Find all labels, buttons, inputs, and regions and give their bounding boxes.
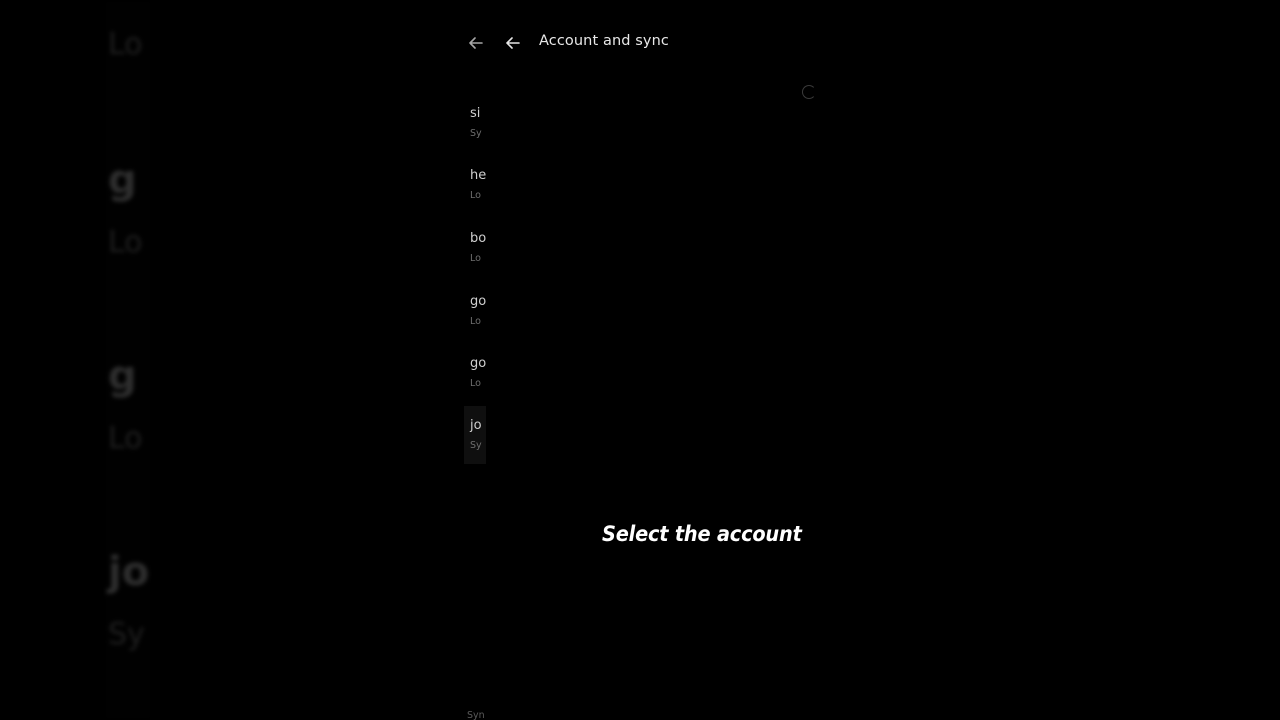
- background-blur-preview: Lo g Lo g Lo jo Sy: [104, 0, 152, 720]
- app-bar: Account and sync: [456, 22, 824, 64]
- phone-screen: Account and sync si Sy he Lo bo Lo go Lo…: [456, 0, 824, 720]
- account-status: Lo: [470, 316, 481, 327]
- account-name: si: [470, 106, 481, 121]
- back-arrow-icon[interactable]: [503, 33, 523, 53]
- bg-preview-sub: Lo: [108, 225, 143, 260]
- bg-preview-title: jo: [108, 549, 150, 595]
- bg-preview-sub: Sy: [108, 617, 145, 652]
- bg-preview-title: g: [108, 157, 137, 203]
- account-list: si Sy he Lo bo Lo go Lo go Lo jo Sy: [464, 100, 486, 720]
- account-item-selected[interactable]: jo Sy: [464, 406, 486, 464]
- page-title: Account and sync: [539, 33, 669, 49]
- bg-preview-sub: Lo: [108, 421, 143, 456]
- account-item[interactable]: si Sy: [464, 100, 486, 156]
- account-item[interactable]: go Lo: [464, 288, 486, 344]
- account-item[interactable]: go Lo: [464, 350, 486, 406]
- bg-preview-sub: Lo: [108, 27, 143, 62]
- account-item[interactable]: bo Lo: [464, 225, 486, 281]
- account-status: Sy: [470, 128, 482, 139]
- account-status: Lo: [470, 190, 481, 201]
- account-item[interactable]: he Lo: [464, 162, 486, 218]
- account-name: he: [470, 168, 486, 183]
- account-status: Sy: [470, 440, 482, 451]
- account-status: Lo: [470, 253, 481, 264]
- account-name: jo: [470, 418, 482, 433]
- footer-status: Syn: [467, 710, 485, 720]
- account-status: Lo: [470, 378, 481, 389]
- account-name: go: [470, 294, 486, 309]
- back-arrow-icon[interactable]: [466, 33, 486, 53]
- bg-preview-title: g: [108, 353, 137, 399]
- account-name: go: [470, 356, 486, 371]
- loading-spinner-icon: [802, 85, 816, 99]
- video-caption: Select the account: [602, 522, 802, 546]
- account-name: bo: [470, 231, 486, 246]
